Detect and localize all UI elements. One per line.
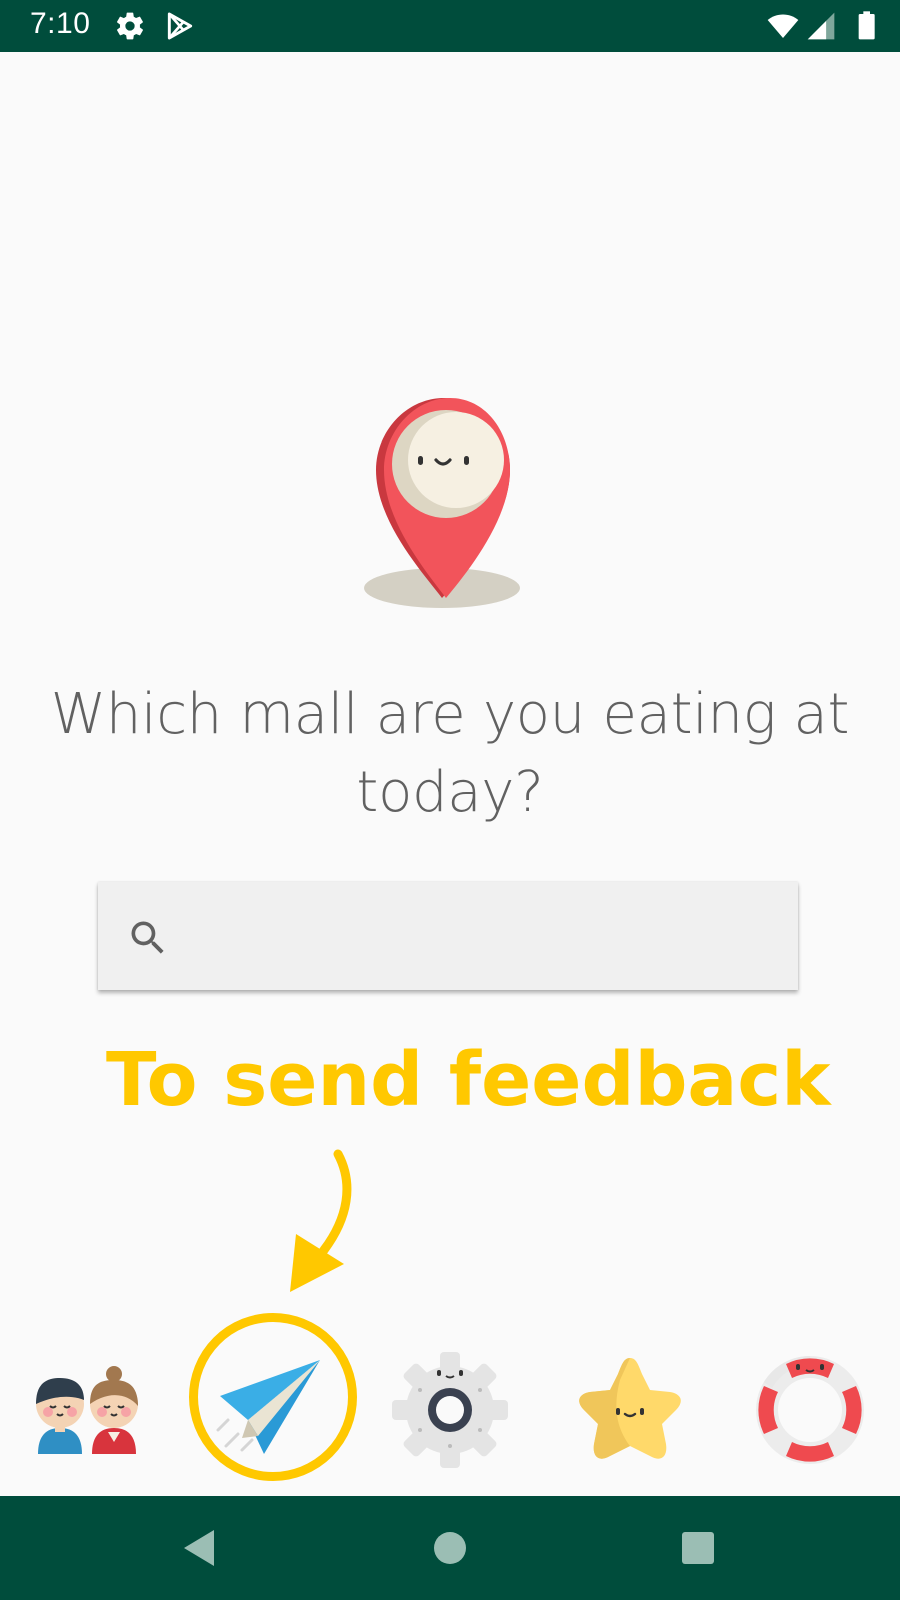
bottom-nav	[0, 1310, 900, 1490]
wifi-icon	[767, 14, 799, 38]
map-pin-icon	[364, 398, 520, 608]
star-icon	[579, 1358, 681, 1459]
status-bar: 7:10	[0, 0, 900, 52]
back-icon[interactable]	[178, 1526, 222, 1570]
nav-people-button[interactable]	[28, 1350, 148, 1470]
curved-arrow-icon	[290, 1149, 352, 1292]
battery-icon	[858, 11, 875, 40]
play-store-icon	[167, 12, 193, 40]
page-question: Which mall are you eating at today?	[50, 682, 850, 825]
home-icon[interactable]	[428, 1526, 472, 1570]
nav-help-button[interactable]	[750, 1350, 870, 1470]
status-time: 7:10	[30, 7, 91, 40]
people-icon	[36, 1366, 138, 1454]
nav-settings-button[interactable]	[390, 1350, 510, 1470]
system-nav-bar	[0, 1496, 900, 1600]
search-input[interactable]	[190, 882, 780, 990]
signal-icon	[807, 12, 835, 40]
gear-icon	[117, 12, 143, 40]
recents-icon[interactable]	[676, 1526, 720, 1570]
feedback-annotation: To send feedback	[106, 1037, 831, 1123]
gear-icon	[392, 1352, 508, 1468]
lifebuoy-icon	[756, 1356, 864, 1464]
feedback-highlight-circle	[189, 1313, 357, 1481]
nav-rate-button[interactable]	[570, 1350, 690, 1470]
search-icon	[131, 921, 164, 954]
mall-search-box[interactable]	[98, 882, 798, 990]
